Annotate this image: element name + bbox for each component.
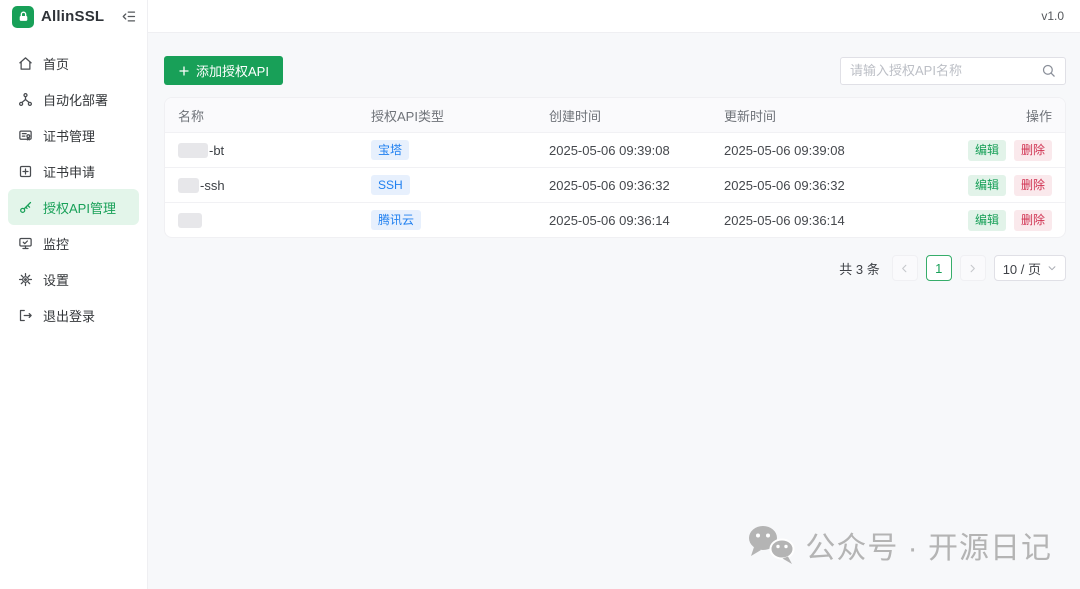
sidebar-item-cert-manage[interactable]: 证书管理	[8, 117, 139, 153]
search-icon[interactable]	[1041, 63, 1056, 78]
home-icon	[18, 56, 33, 71]
api-table: 名称 授权API类型 创建时间 更新时间 操作 -bt 宝塔 2025-05-0…	[164, 97, 1066, 238]
search-box	[840, 57, 1066, 85]
edit-button[interactable]: 编辑	[968, 175, 1006, 196]
cell-created: 2025-05-06 09:36:32	[549, 178, 724, 193]
chevron-left-icon	[899, 263, 910, 274]
cell-name	[178, 213, 371, 228]
certificate-manage-icon	[18, 128, 33, 143]
sidebar: AllinSSL 首页 自动化部署	[0, 0, 148, 589]
sidebar-item-auto-deploy[interactable]: 自动化部署	[8, 81, 139, 117]
column-header-created: 创建时间	[549, 106, 724, 125]
search-input[interactable]	[850, 63, 1041, 78]
sidebar-item-label: 设置	[43, 270, 69, 289]
type-tag: 宝塔	[371, 140, 409, 160]
column-header-actions: 操作	[946, 106, 1052, 125]
delete-button[interactable]: 删除	[1014, 175, 1052, 196]
pagination-total: 共 3 条	[839, 259, 879, 278]
page-size-select[interactable]: 10 / 页	[994, 255, 1066, 281]
cell-updated: 2025-05-06 09:36:32	[724, 178, 946, 193]
type-tag: 腾讯云	[371, 210, 421, 230]
sidebar-item-label: 证书管理	[43, 126, 95, 145]
edit-button[interactable]: 编辑	[968, 140, 1006, 161]
redacted-text	[178, 143, 208, 158]
cell-name: -bt	[178, 143, 371, 158]
gear-icon	[18, 272, 33, 287]
sidebar-item-label: 证书申请	[43, 162, 95, 181]
add-api-button[interactable]: 添加授权API	[164, 56, 283, 85]
sidebar-item-monitor[interactable]: 监控	[8, 225, 139, 261]
delete-button[interactable]: 删除	[1014, 210, 1052, 231]
redacted-text	[178, 178, 199, 193]
add-api-button-label: 添加授权API	[196, 61, 269, 80]
deploy-flow-icon	[18, 92, 33, 107]
app-version: v1.0	[1041, 9, 1064, 23]
content-area: 添加授权API 名称 授权API类型 创建时间 更新时间 操作	[148, 33, 1080, 589]
logout-icon	[18, 308, 33, 323]
type-tag: SSH	[371, 175, 410, 195]
sidebar-item-label: 首页	[43, 54, 69, 73]
watermark-text: 公众号 · 开源日记	[805, 523, 1052, 567]
api-key-icon	[18, 200, 33, 215]
page-number-button[interactable]: 1	[926, 255, 952, 281]
column-header-name: 名称	[178, 106, 371, 125]
table-row: 腾讯云 2025-05-06 09:36:14 2025-05-06 09:36…	[165, 202, 1065, 237]
app-logo-lock-icon	[12, 6, 34, 28]
cell-created: 2025-05-06 09:39:08	[549, 143, 724, 158]
plus-icon	[178, 65, 190, 77]
cell-updated: 2025-05-06 09:39:08	[724, 143, 946, 158]
certificate-apply-icon	[18, 164, 33, 179]
app-title: AllinSSL	[41, 8, 104, 25]
cell-actions: 编辑 删除	[968, 210, 1052, 231]
chevron-right-icon	[967, 263, 978, 274]
cell-name: -ssh	[178, 178, 371, 193]
chevron-down-icon	[1047, 263, 1057, 273]
next-page-button[interactable]	[960, 255, 986, 281]
toolbar: 添加授权API	[164, 56, 1066, 85]
cell-type: 宝塔	[371, 140, 549, 160]
table-row: -ssh SSH 2025-05-06 09:36:32 2025-05-06 …	[165, 167, 1065, 202]
cell-updated: 2025-05-06 09:36:14	[724, 213, 946, 228]
sidebar-item-label: 监控	[43, 234, 69, 253]
table-row: -bt 宝塔 2025-05-06 09:39:08 2025-05-06 09…	[165, 132, 1065, 167]
watermark: 公众号 · 开源日记	[747, 523, 1052, 567]
logo-row: AllinSSL	[0, 0, 147, 33]
redacted-text	[178, 213, 202, 228]
collapse-sidebar-icon[interactable]	[122, 9, 137, 24]
table-header-row: 名称 授权API类型 创建时间 更新时间 操作	[165, 98, 1065, 132]
monitor-icon	[18, 236, 33, 251]
column-header-type: 授权API类型	[371, 106, 549, 125]
cell-type: SSH	[371, 175, 549, 195]
sidebar-item-label: 退出登录	[43, 306, 95, 325]
delete-button[interactable]: 删除	[1014, 140, 1052, 161]
main-pane: v1.0 添加授权API 名称 授权API类型	[148, 0, 1080, 589]
edit-button[interactable]: 编辑	[968, 210, 1006, 231]
pagination: 共 3 条 1 10 / 页	[164, 255, 1066, 281]
prev-page-button[interactable]	[892, 255, 918, 281]
sidebar-item-label: 授权API管理	[43, 198, 116, 217]
sidebar-item-home[interactable]: 首页	[8, 45, 139, 81]
top-bar: v1.0	[148, 0, 1080, 33]
sidebar-item-api-manage[interactable]: 授权API管理	[8, 189, 139, 225]
sidebar-item-cert-apply[interactable]: 证书申请	[8, 153, 139, 189]
sidebar-menu: 首页 自动化部署 证书管理 证书申请	[0, 37, 147, 333]
page-size-value: 10 / 页	[1003, 259, 1041, 278]
cell-type: 腾讯云	[371, 210, 549, 230]
sidebar-item-logout[interactable]: 退出登录	[8, 297, 139, 333]
app-window: AllinSSL 首页 自动化部署	[0, 0, 1080, 589]
sidebar-item-settings[interactable]: 设置	[8, 261, 139, 297]
wechat-icon	[747, 524, 795, 566]
cell-created: 2025-05-06 09:36:14	[549, 213, 724, 228]
column-header-updated: 更新时间	[724, 106, 946, 125]
sidebar-item-label: 自动化部署	[43, 90, 108, 109]
cell-actions: 编辑 删除	[968, 175, 1052, 196]
cell-actions: 编辑 删除	[968, 140, 1052, 161]
